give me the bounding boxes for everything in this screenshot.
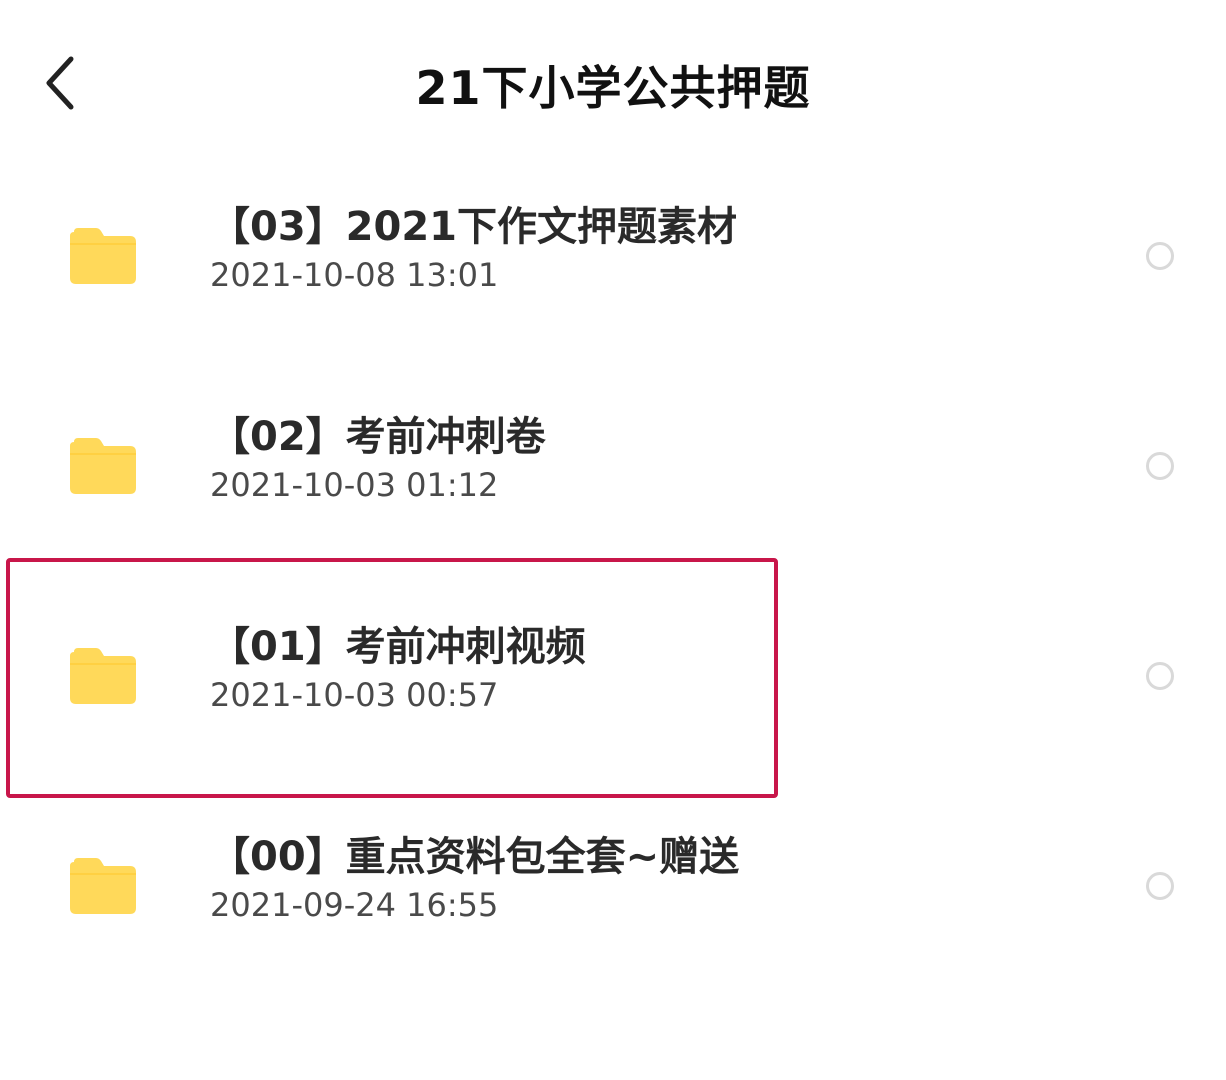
file-name: 【03】2021下作文押题素材	[210, 204, 737, 250]
file-date: 2021-10-08 13:01	[210, 256, 499, 294]
file-name: 【01】考前冲刺视频	[210, 624, 586, 670]
file-list: 【03】2021下作文押题素材 2021-10-08 13:01 【02】考前冲…	[0, 150, 1226, 990]
list-item[interactable]: 【03】2021下作文押题素材 2021-10-08 13:01	[0, 150, 1226, 360]
select-radio[interactable]	[1146, 242, 1174, 270]
select-radio[interactable]	[1146, 662, 1174, 690]
folder-icon	[70, 228, 136, 284]
select-radio[interactable]	[1146, 872, 1174, 900]
file-date: 2021-10-03 00:57	[210, 676, 499, 714]
folder-icon	[70, 648, 136, 704]
list-item[interactable]: 【01】考前冲刺视频 2021-10-03 00:57	[0, 570, 1226, 780]
header-bar: 21下小学公共押题	[0, 0, 1226, 170]
file-name: 【00】重点资料包全套~赠送	[210, 834, 740, 880]
file-date: 2021-10-03 01:12	[210, 466, 499, 504]
list-item[interactable]: 【02】考前冲刺卷 2021-10-03 01:12	[0, 360, 1226, 570]
folder-icon	[70, 438, 136, 494]
file-date: 2021-09-24 16:55	[210, 886, 499, 924]
select-radio[interactable]	[1146, 452, 1174, 480]
page-title: 21下小学公共押题	[415, 61, 811, 115]
folder-icon	[70, 858, 136, 914]
file-name: 【02】考前冲刺卷	[210, 414, 546, 460]
list-item[interactable]: 【00】重点资料包全套~赠送 2021-09-24 16:55	[0, 780, 1226, 990]
